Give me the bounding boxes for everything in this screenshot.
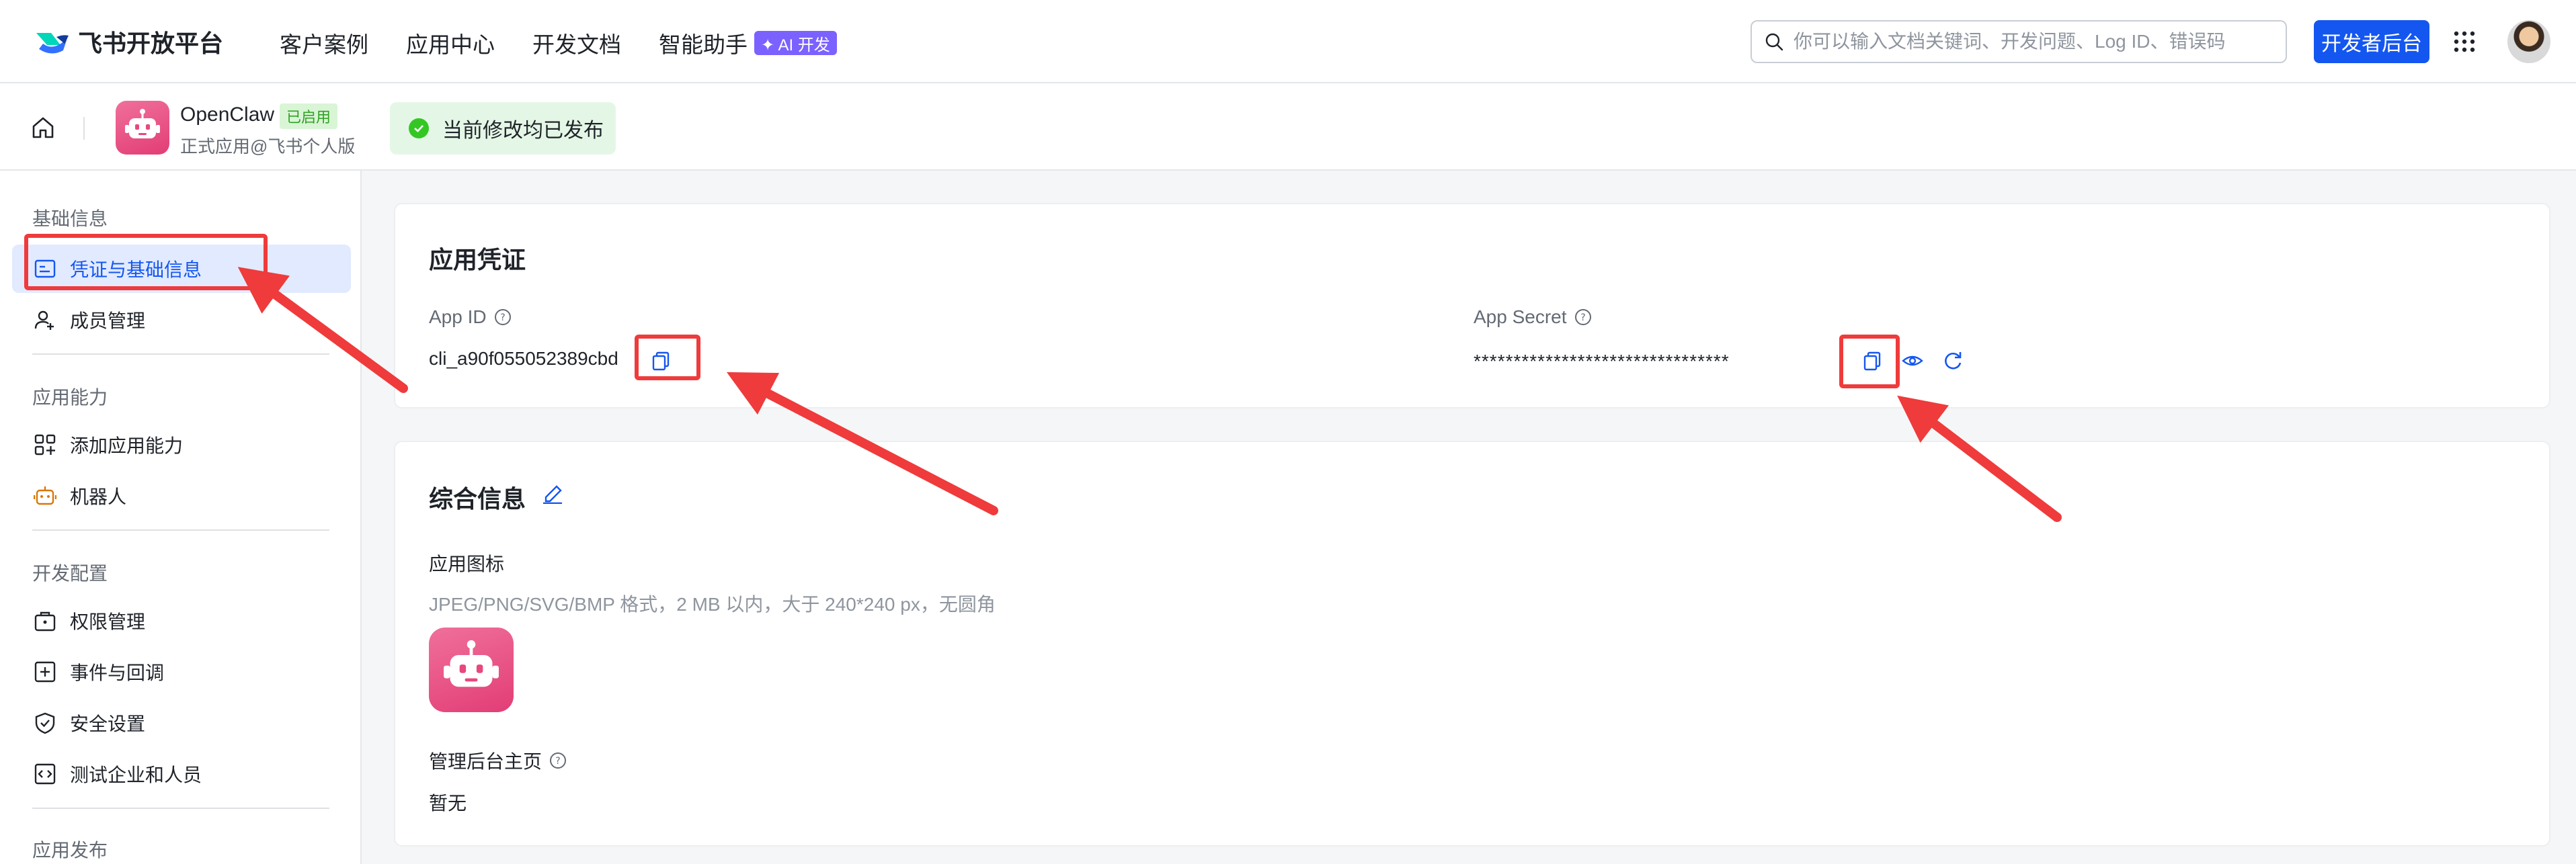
code-icon xyxy=(34,763,56,785)
sidebar-item-label: 事件与回调 xyxy=(70,662,165,683)
sidebar-item-label: 机器人 xyxy=(70,486,127,507)
search-box[interactable] xyxy=(1750,20,2287,63)
app-status-badge: 已启用 xyxy=(280,103,338,129)
permission-icon xyxy=(34,611,56,632)
logo-text: 飞书开放平台 xyxy=(78,30,224,57)
sidebar-item-events[interactable]: 事件与回调 xyxy=(12,648,351,696)
app-secret-label-text: App Secret xyxy=(1474,306,1567,327)
sidebar-divider xyxy=(32,353,329,355)
refresh-icon[interactable] xyxy=(1941,349,1964,372)
publish-status-banner: 当前修改均已发布 xyxy=(390,102,616,155)
highlight-box-sidebar xyxy=(24,234,268,290)
eye-icon[interactable] xyxy=(1901,349,1924,372)
homepage-value: 暂无 xyxy=(429,793,467,814)
home-icon[interactable] xyxy=(30,114,56,141)
homepage-label: 管理后台主页 ? xyxy=(429,747,567,774)
nav-app-center[interactable]: 应用中心 xyxy=(406,27,495,59)
event-icon xyxy=(34,661,56,683)
top-nav: 飞书开放平台 客户案例 应用中心 开发文档 智能助手 ✦ AI 开发 开发者后台 xyxy=(0,0,2576,83)
publish-status-text: 当前修改均已发布 xyxy=(442,120,604,142)
nav-dev-docs[interactable]: 开发文档 xyxy=(532,27,621,59)
app-secret-value: ******************************** xyxy=(1474,351,1730,372)
member-icon xyxy=(34,310,54,330)
robot-face-icon xyxy=(444,640,499,687)
sidebar-item-label: 添加应用能力 xyxy=(70,435,184,456)
app-icon xyxy=(116,101,169,155)
general-info-card: 综合信息 应用图标 JPEG/PNG/SVG/BMP 格式，2 MB 以内，大于… xyxy=(394,441,2550,847)
search-icon xyxy=(1765,33,1783,51)
app-id-value: cli_a90f055052389cbd xyxy=(429,348,618,369)
svg-text:?: ? xyxy=(555,756,560,767)
sidebar-item-permissions[interactable]: 权限管理 xyxy=(12,597,351,645)
feishu-logo-icon xyxy=(36,33,69,54)
homepage-label-text: 管理后台主页 xyxy=(429,751,542,772)
highlight-box-copy-app-id xyxy=(635,335,700,380)
general-info-title: 综合信息 xyxy=(429,485,526,513)
nav-customer-cases[interactable]: 客户案例 xyxy=(280,27,368,59)
sidebar-item-label: 成员管理 xyxy=(70,310,146,331)
sidebar-item-security[interactable]: 安全设置 xyxy=(12,699,351,747)
sidebar-group-capabilities: 应用能力 xyxy=(32,387,108,408)
sidebar-divider xyxy=(32,808,329,809)
appbar-divider xyxy=(83,117,85,140)
app-subtitle: 正式应用@飞书个人版 xyxy=(180,136,356,157)
shield-icon xyxy=(35,712,55,734)
developer-console-button[interactable]: 开发者后台 xyxy=(2314,20,2429,63)
app-name: OpenClaw xyxy=(180,103,275,126)
app-icon-preview[interactable] xyxy=(429,628,514,712)
credentials-title: 应用凭证 xyxy=(429,246,526,273)
app-grid-icon[interactable] xyxy=(2452,30,2477,54)
app-icon-label: 应用图标 xyxy=(429,554,505,574)
sidebar-divider xyxy=(32,529,329,531)
main-nav: 客户案例 应用中心 开发文档 智能助手 ✦ AI 开发 xyxy=(280,27,837,59)
sidebar-group-dev-config: 开发配置 xyxy=(32,563,108,584)
check-circle-icon xyxy=(409,118,429,138)
credentials-card: 应用凭证 App ID ? cli_a90f055052389cbd App S… xyxy=(394,203,2550,408)
sidebar-item-label: 测试企业和人员 xyxy=(70,765,202,785)
svg-text:?: ? xyxy=(500,312,505,323)
app-bar: OpenClaw 已启用 正式应用@飞书个人版 当前修改均已发布 xyxy=(0,83,2576,171)
sidebar-item-robot[interactable]: 机器人 xyxy=(12,472,351,520)
help-circle-icon[interactable]: ? xyxy=(549,751,567,770)
robot-face-icon xyxy=(125,109,160,138)
help-circle-icon[interactable]: ? xyxy=(1574,308,1593,327)
search-input[interactable] xyxy=(1794,31,2264,52)
edit-pencil-icon[interactable] xyxy=(540,481,563,504)
robot-icon xyxy=(34,486,56,505)
sidebar-item-members[interactable]: 成员管理 xyxy=(12,296,351,344)
highlight-box-copy-app-secret xyxy=(1839,335,1900,388)
add-capability-icon xyxy=(34,434,56,456)
help-circle-icon[interactable]: ? xyxy=(493,308,512,327)
sidebar-group-publish: 应用发布 xyxy=(32,840,108,861)
sidebar-item-test-users[interactable]: 测试企业和人员 xyxy=(12,750,351,798)
ai-dev-badge[interactable]: ✦ AI 开发 xyxy=(754,31,837,55)
nav-ai-assistant[interactable]: 智能助手 xyxy=(659,27,748,59)
sidebar-item-label: 权限管理 xyxy=(70,611,146,632)
user-avatar[interactable] xyxy=(2507,20,2550,63)
app-id-label-text: App ID xyxy=(429,306,487,327)
app-icon-hint: JPEG/PNG/SVG/BMP 格式，2 MB 以内，大于 240*240 p… xyxy=(429,594,996,615)
sidebar-item-label: 安全设置 xyxy=(70,714,146,734)
app-secret-label: App Secret ? xyxy=(1474,306,1593,328)
sidebar-item-add-capability[interactable]: 添加应用能力 xyxy=(12,421,351,469)
svg-text:?: ? xyxy=(1580,312,1585,323)
app-id-label: App ID ? xyxy=(429,306,512,328)
logo[interactable]: 飞书开放平台 xyxy=(34,24,223,59)
sidebar-group-basic-info: 基础信息 xyxy=(32,208,108,229)
